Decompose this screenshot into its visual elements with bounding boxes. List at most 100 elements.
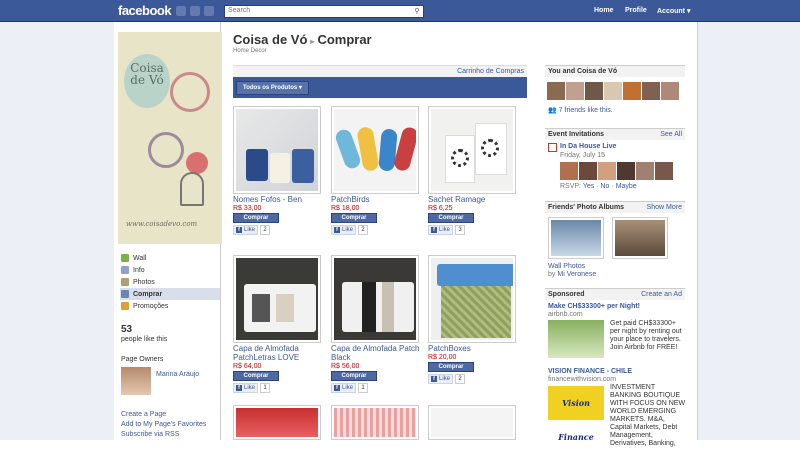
search-icon[interactable]: ⚲ [412, 7, 422, 16]
rsvp-maybe-link[interactable]: Maybe [616, 183, 637, 190]
event-name-link[interactable]: In Da House Live [560, 143, 616, 150]
menu-item-wall[interactable]: Wall [120, 252, 220, 264]
info-icon [121, 266, 129, 274]
guest-avatar[interactable] [655, 162, 673, 180]
album-thumbnail[interactable] [548, 217, 604, 259]
friends-like-row: 👥 7 friends like this. [548, 106, 613, 114]
friends-like-link[interactable]: 7 friends like this. [559, 107, 613, 114]
like-button[interactable]: f Like [428, 374, 454, 384]
profile-banner[interactable]: Coisa de Vó www.coisadevo.com [118, 32, 222, 244]
facebook-f-icon: f [334, 227, 340, 233]
product-price: R$ 56,00 [331, 363, 360, 370]
search-input[interactable]: Search ⚲ [224, 5, 424, 18]
ad1-title-link[interactable]: Make CH$33300+ per Night! [548, 303, 640, 310]
product-name[interactable]: Sachet Ramage [428, 195, 520, 204]
ad2-title-link[interactable]: VISION FINANCE - CHILE [548, 368, 632, 375]
owner-avatar[interactable] [121, 367, 151, 395]
product-image[interactable] [233, 255, 321, 343]
friends-avatars [547, 82, 679, 100]
like-button[interactable]: f Like [331, 225, 357, 235]
album-owner-link[interactable]: Mi Veronese [557, 271, 596, 278]
buy-button[interactable]: Comprar [428, 213, 474, 223]
rsvp-no-link[interactable]: No [601, 183, 610, 190]
buy-button[interactable]: Comprar [331, 371, 377, 381]
buy-button[interactable]: Comprar [233, 213, 279, 223]
guest-avatar[interactable] [560, 162, 578, 180]
notifications-icon[interactable] [204, 6, 214, 16]
show-more-link[interactable]: Show More [647, 202, 682, 213]
product-image[interactable] [428, 405, 516, 440]
rsvp-label: RSVP: [560, 183, 582, 190]
product-image[interactable] [331, 255, 419, 343]
product-name[interactable]: Capa de Almofada Patch Black [331, 344, 423, 362]
buy-button[interactable]: Comprar [428, 362, 474, 372]
product-image[interactable] [428, 255, 516, 343]
ad2-logo[interactable]: Vision Finance [548, 386, 604, 442]
nav-profile[interactable]: Profile [625, 7, 647, 14]
nav-account[interactable]: Account ▾ [657, 7, 690, 15]
menu-item-photos[interactable]: Photos [120, 276, 220, 288]
section-name: Comprar [317, 32, 372, 47]
friend-avatar[interactable] [604, 82, 622, 100]
guest-avatar[interactable] [617, 162, 635, 180]
product-image[interactable] [233, 106, 321, 194]
friend-avatar[interactable] [642, 82, 660, 100]
buy-button[interactable]: Comprar [233, 371, 279, 381]
menu-item-info[interactable]: Info [120, 264, 220, 276]
friend-requests-icon[interactable] [176, 6, 186, 16]
product-image[interactable] [233, 405, 321, 440]
product-name[interactable]: PatchBirds [331, 195, 423, 204]
menu-item-comprar[interactable]: Comprar [120, 288, 220, 300]
ad1-domain: airbnb.com [548, 311, 583, 318]
rsvp-yes-link[interactable]: Yes [583, 183, 594, 190]
guest-avatar[interactable] [579, 162, 597, 180]
like-button[interactable]: f Like [428, 225, 454, 235]
friend-avatar[interactable] [585, 82, 603, 100]
like-button[interactable]: f Like [233, 383, 259, 393]
create-ad-link[interactable]: Create an Ad [641, 289, 682, 300]
page-owners-heading: Page Owners [121, 356, 164, 363]
product-image[interactable] [428, 106, 516, 194]
product-name[interactable]: Nomes Fofos - Ben [233, 195, 325, 204]
friend-avatar[interactable] [566, 82, 584, 100]
facebook-f-icon: f [236, 227, 242, 233]
see-all-link[interactable]: See All [660, 129, 682, 140]
category-filter-dropdown[interactable]: Todos os Produtos ▾ [236, 81, 309, 95]
subscribe-rss-link[interactable]: Subscribe via RSS [121, 431, 179, 438]
buy-button[interactable]: Comprar [331, 213, 377, 223]
product-image[interactable] [331, 106, 419, 194]
friend-avatar[interactable] [661, 82, 679, 100]
like-row: f Like 1 [331, 383, 423, 393]
page-name-link[interactable]: Coisa de Vó [233, 32, 307, 47]
guest-avatar[interactable] [636, 162, 654, 180]
album-name-link[interactable]: Wall Photos [548, 263, 585, 270]
friend-avatar[interactable] [623, 82, 641, 100]
owner-name-link[interactable]: Marina Araujo [156, 371, 199, 378]
product-name[interactable]: Capa de Almofada PatchLetras LOVE [233, 344, 325, 362]
guest-avatar[interactable] [598, 162, 616, 180]
ad1-image[interactable] [548, 320, 604, 358]
messages-icon[interactable] [190, 6, 200, 16]
ad1-text: Get paid CH$33300+ per night by renting … [610, 320, 682, 351]
nav-home[interactable]: Home [594, 7, 613, 14]
album-by-row: by Mi Veronese [548, 271, 596, 278]
menu-item-promocoes[interactable]: Promoções [120, 300, 220, 312]
add-favorites-link[interactable]: Add to My Page's Favorites [121, 421, 206, 428]
album-thumbnail[interactable] [612, 217, 668, 259]
cart-link[interactable]: Carrinho de Compras [457, 68, 524, 75]
event-guest-avatars [560, 162, 673, 180]
product-name[interactable]: PatchBoxes [428, 344, 520, 353]
create-page-link[interactable]: Create a Page [121, 411, 166, 418]
flower-decoration [148, 132, 184, 168]
like-button[interactable]: f Like [331, 383, 357, 393]
product-price: R$ 33,00 [233, 205, 262, 212]
like-label: Like [439, 227, 451, 233]
product-card: PatchBoxes R$ 20,00 Comprar f Like 2 [428, 255, 520, 384]
notification-jewels [176, 6, 214, 16]
like-button[interactable]: f Like [233, 225, 259, 235]
friend-avatar[interactable] [547, 82, 565, 100]
top-bar: facebook Search ⚲ Home Profile Account ▾ [0, 0, 800, 22]
facebook-logo[interactable]: facebook [118, 3, 172, 18]
product-image[interactable] [331, 405, 419, 440]
heading-label: Friends' Photo Albums [548, 204, 625, 211]
